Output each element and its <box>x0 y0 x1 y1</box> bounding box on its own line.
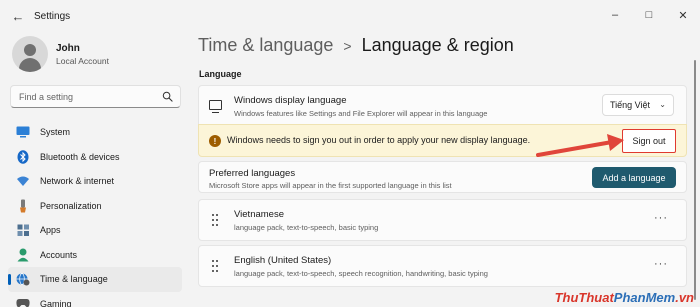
breadcrumb: Time & language > Language & region <box>198 35 514 56</box>
minimize-icon[interactable]: – <box>598 0 632 30</box>
sidebar-item-accounts[interactable]: Accounts <box>8 243 182 268</box>
section-title: Language <box>199 69 242 79</box>
search-input[interactable] <box>19 91 159 102</box>
person-icon <box>16 248 30 262</box>
warning-icon: ! <box>209 135 221 147</box>
sidebar-item-personalization[interactable]: Personalization <box>8 194 182 219</box>
window-controls: – □ ✕ <box>598 0 700 30</box>
sidebar-item-gaming[interactable]: Gaming <box>8 292 182 307</box>
display-language-subtitle: Windows features like Settings and File … <box>234 109 488 118</box>
sidebar-item-label: Network & internet <box>40 176 115 187</box>
page-title: Language & region <box>361 35 514 55</box>
language-features: language pack, text-to-speech, basic typ… <box>234 223 379 232</box>
scrollbar[interactable] <box>694 60 696 300</box>
sidebar: John Local Account System Bluetooth & de… <box>0 32 190 307</box>
sidebar-item-label: System <box>40 127 71 138</box>
sidebar-item-label: Personalization <box>40 200 102 211</box>
sidebar-item-bluetooth[interactable]: Bluetooth & devices <box>8 145 182 170</box>
sign-out-warning: ! Windows needs to sign you out in order… <box>198 124 687 157</box>
user-profile[interactable]: John Local Account <box>12 36 109 72</box>
language-features: language pack, text-to-speech, speech re… <box>234 269 488 278</box>
sidebar-item-label: Apps <box>40 225 61 236</box>
brush-icon <box>16 199 30 213</box>
avatar <box>12 36 48 72</box>
language-item-english[interactable]: English (United States) language pack, t… <box>198 245 687 287</box>
display-language-row: Windows display language Windows feature… <box>198 85 687 125</box>
more-options-icon[interactable]: ··· <box>654 258 668 270</box>
sidebar-item-label: Bluetooth & devices <box>40 151 120 162</box>
wifi-icon <box>16 174 30 188</box>
language-name: Vietnamese <box>234 209 284 220</box>
preferred-languages-title: Preferred languages <box>209 168 296 179</box>
sidebar-nav: System Bluetooth & devices Network & int… <box>8 120 182 307</box>
more-options-icon[interactable]: ··· <box>654 212 668 224</box>
warning-text: Windows needs to sign you out in order t… <box>227 135 531 145</box>
monitor-icon <box>209 100 222 113</box>
globe-clock-icon <box>16 272 30 286</box>
preferred-languages-row: Preferred languages Microsoft Store apps… <box>198 161 687 193</box>
chevron-down-icon: ⌄ <box>659 100 666 109</box>
breadcrumb-separator-icon: > <box>343 37 352 54</box>
sidebar-item-label: Gaming <box>40 298 72 307</box>
gamepad-icon <box>16 297 30 307</box>
display-language-title: Windows display language <box>234 95 347 106</box>
user-name: John <box>56 42 80 54</box>
sidebar-item-system[interactable]: System <box>8 120 182 145</box>
back-arrow-icon[interactable]: ← <box>4 2 32 30</box>
app-title: Settings <box>34 10 71 22</box>
search-icon[interactable] <box>162 91 173 102</box>
preferred-languages-subtitle: Microsoft Store apps will appear in the … <box>209 181 452 190</box>
account-type: Local Account <box>56 55 109 66</box>
breadcrumb-parent[interactable]: Time & language <box>198 35 333 56</box>
monitor-icon <box>16 125 30 139</box>
sidebar-item-network[interactable]: Network & internet <box>8 169 182 194</box>
bluetooth-icon <box>16 149 30 164</box>
close-icon[interactable]: ✕ <box>666 0 700 30</box>
drag-handle-icon[interactable] <box>212 260 218 274</box>
drag-handle-icon[interactable] <box>212 214 218 228</box>
add-language-button[interactable]: Add a language <box>592 167 676 188</box>
language-name: English (United States) <box>234 255 332 266</box>
display-language-dropdown[interactable]: Tiếng Việt ⌄ <box>602 94 674 116</box>
apps-icon <box>16 223 30 237</box>
title-bar: ← Settings – □ ✕ <box>0 0 700 32</box>
sidebar-item-label: Accounts <box>40 249 78 260</box>
maximize-icon[interactable]: □ <box>632 0 666 30</box>
watermark-logo: ThuThuatPhanMem.vn <box>554 290 694 305</box>
language-item-vietnamese[interactable]: Vietnamese language pack, text-to-speech… <box>198 199 687 241</box>
search-box <box>10 85 181 108</box>
sign-out-button[interactable]: Sign out <box>622 129 676 153</box>
display-language-value: Tiếng Việt <box>610 100 651 110</box>
sidebar-item-label: Time & language <box>40 274 108 285</box>
sidebar-item-time-language[interactable]: Time & language <box>8 267 182 292</box>
sidebar-item-apps[interactable]: Apps <box>8 218 182 243</box>
